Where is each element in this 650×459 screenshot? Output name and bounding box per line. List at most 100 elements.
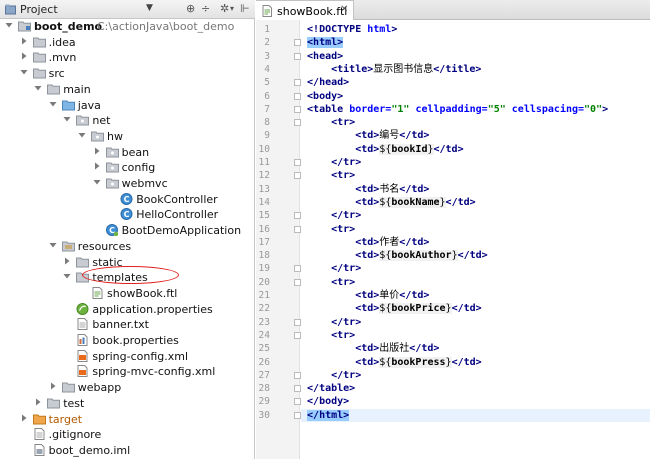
fold-marker-icon[interactable] bbox=[294, 318, 301, 326]
tree-item[interactable]: target bbox=[0, 412, 255, 428]
expand-arrow-icon[interactable] bbox=[62, 256, 72, 266]
project-panel-title[interactable]: Project bbox=[20, 3, 58, 16]
tree-item[interactable]: application.properties bbox=[0, 302, 255, 318]
code-line[interactable]: <html> bbox=[301, 36, 650, 49]
fold-marker-icon[interactable] bbox=[294, 105, 301, 113]
tree-item[interactable]: .gitignore bbox=[0, 427, 255, 443]
tab-showbook-ftl[interactable]: showBook.ftl ✕ bbox=[256, 0, 354, 20]
code-area[interactable]: <!DOCTYPE html> <html> <head> <title>显示图… bbox=[301, 20, 650, 459]
tree-item[interactable]: java bbox=[0, 98, 255, 114]
tree-item[interactable]: static bbox=[0, 255, 255, 271]
fold-marker-icon[interactable] bbox=[294, 371, 301, 379]
code-line[interactable]: </table> bbox=[301, 382, 650, 395]
code-line[interactable]: </head> bbox=[301, 76, 650, 89]
fold-marker-icon[interactable] bbox=[294, 225, 301, 233]
code-line[interactable]: <td>${bookName}</td> bbox=[301, 196, 650, 209]
gear-icon[interactable]: ✲ bbox=[220, 3, 229, 15]
tree-item[interactable]: boot_demo C:\actionJava\boot_demo bbox=[0, 19, 255, 35]
code-line[interactable]: <tr> bbox=[301, 223, 650, 236]
fold-marker-icon[interactable] bbox=[294, 119, 301, 127]
collapse-arrow-icon[interactable] bbox=[92, 177, 102, 187]
tree-item[interactable]: boot_demo.iml bbox=[0, 443, 255, 459]
code-line[interactable]: <td>${bookAuthor}</td> bbox=[301, 249, 650, 262]
code-line[interactable]: </body> bbox=[301, 395, 650, 408]
code-line[interactable]: <td>作者</td> bbox=[301, 236, 650, 249]
fold-marker-icon[interactable] bbox=[294, 159, 301, 166]
collapse-icon[interactable]: ÷ bbox=[201, 3, 210, 15]
tree-item[interactable]: C BootDemoApplication bbox=[0, 223, 255, 239]
code-line[interactable]: <td>${bookPrice}</td> bbox=[301, 302, 650, 315]
code-line[interactable]: <td>编号</td> bbox=[301, 129, 650, 142]
code-line[interactable]: </html> bbox=[301, 408, 650, 422]
expand-arrow-icon[interactable] bbox=[92, 161, 102, 171]
code-line[interactable]: <td>${bookId}</td> bbox=[301, 143, 650, 156]
tree-item[interactable]: webmvc bbox=[0, 176, 255, 192]
code-line[interactable]: <body> bbox=[301, 90, 650, 103]
fold-marker-icon[interactable] bbox=[294, 92, 301, 100]
expand-arrow-icon[interactable] bbox=[19, 413, 29, 423]
fold-marker-icon[interactable] bbox=[294, 411, 301, 419]
fold-marker-icon[interactable] bbox=[294, 398, 301, 406]
fold-marker-icon[interactable] bbox=[294, 172, 301, 180]
expand-arrow-icon[interactable] bbox=[19, 36, 29, 46]
expand-arrow-icon[interactable] bbox=[33, 397, 43, 407]
collapse-arrow-icon[interactable] bbox=[19, 67, 29, 77]
tree-item[interactable]: templates bbox=[0, 270, 255, 286]
fold-marker-icon[interactable] bbox=[294, 212, 301, 220]
tree-item[interactable]: C BookController bbox=[0, 192, 255, 208]
sync-icon[interactable]: ⊕ bbox=[186, 3, 195, 15]
close-icon[interactable]: ✕ bbox=[340, 4, 348, 15]
tree-item[interactable]: banner.txt bbox=[0, 317, 255, 333]
tree-item[interactable]: webapp bbox=[0, 380, 255, 396]
fold-marker-icon[interactable] bbox=[294, 278, 301, 286]
code-line[interactable]: <tr> bbox=[301, 169, 650, 182]
tree-item[interactable]: test bbox=[0, 396, 255, 412]
tree-item[interactable]: hw bbox=[0, 129, 255, 145]
tree-item[interactable]: main bbox=[0, 82, 255, 98]
code-line[interactable]: </tr> bbox=[301, 209, 650, 222]
tree-item[interactable]: config bbox=[0, 160, 255, 176]
gear-dropdown-icon[interactable]: ▾ bbox=[230, 3, 234, 15]
code-line[interactable]: <table border="1" cellpadding="5" cellsp… bbox=[301, 103, 650, 116]
fold-marker-icon[interactable] bbox=[294, 385, 301, 393]
tree-item[interactable]: showBook.ftl bbox=[0, 286, 255, 302]
expand-arrow-icon[interactable] bbox=[48, 381, 58, 391]
code-line[interactable]: </tr> bbox=[301, 316, 650, 329]
tree-item[interactable]: book.properties bbox=[0, 333, 255, 349]
view-dropdown-icon[interactable]: ▼ bbox=[146, 3, 153, 13]
fold-marker-icon[interactable] bbox=[294, 79, 301, 87]
code-line[interactable]: <td>出版社</td> bbox=[301, 342, 650, 355]
tree-item[interactable]: resources bbox=[0, 239, 255, 255]
code-line[interactable]: <td>单价</td> bbox=[301, 289, 650, 302]
collapse-arrow-icon[interactable] bbox=[77, 130, 87, 140]
fold-marker-icon[interactable] bbox=[294, 39, 301, 47]
code-line[interactable]: </tr> bbox=[301, 156, 650, 169]
tree-item[interactable]: C HelloController bbox=[0, 207, 255, 223]
code-line[interactable]: <td>书名</td> bbox=[301, 183, 650, 196]
tree-item[interactable]: net bbox=[0, 113, 255, 129]
collapse-arrow-icon[interactable] bbox=[48, 99, 58, 109]
code-line[interactable]: <td>${bookPress}</td> bbox=[301, 356, 650, 369]
tree-item[interactable]: bean bbox=[0, 145, 255, 161]
fold-marker-icon[interactable] bbox=[294, 52, 301, 60]
code-line[interactable]: <tr> bbox=[301, 116, 650, 129]
code-line[interactable]: <tr> bbox=[301, 329, 650, 342]
fold-marker-icon[interactable] bbox=[294, 265, 301, 273]
code-line[interactable]: <title>显示图书信息</title> bbox=[301, 63, 650, 76]
code-line[interactable]: <tr> bbox=[301, 276, 650, 289]
tree-item[interactable]: src bbox=[0, 66, 255, 82]
expand-arrow-icon[interactable] bbox=[92, 146, 102, 156]
collapse-arrow-icon[interactable] bbox=[48, 240, 58, 250]
collapse-arrow-icon[interactable] bbox=[4, 20, 14, 30]
collapse-arrow-icon[interactable] bbox=[33, 83, 43, 93]
expand-arrow-icon[interactable] bbox=[19, 51, 29, 61]
code-line[interactable]: </tr> bbox=[301, 369, 650, 382]
collapse-arrow-icon[interactable] bbox=[62, 271, 72, 281]
hide-panel-icon[interactable]: ⊩ bbox=[240, 3, 250, 15]
tree-item[interactable]: spring-config.xml bbox=[0, 349, 255, 365]
code-line[interactable]: <head> bbox=[301, 50, 650, 63]
tree-item[interactable]: .mvn bbox=[0, 50, 255, 66]
tree-item[interactable]: .idea bbox=[0, 35, 255, 51]
code-line[interactable]: <!DOCTYPE html> bbox=[301, 23, 650, 36]
tree-item[interactable]: spring-mvc-config.xml bbox=[0, 364, 255, 380]
